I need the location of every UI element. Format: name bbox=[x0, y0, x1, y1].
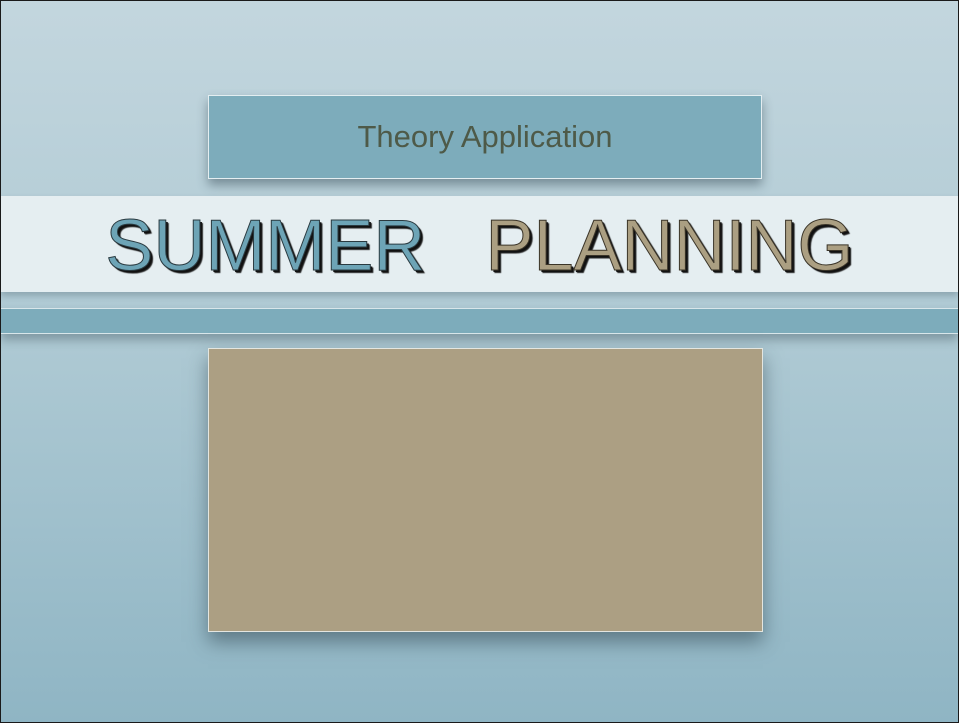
title-band: SUMMER PLANNING bbox=[1, 196, 958, 292]
title-word-summer: SUMMER bbox=[105, 206, 426, 286]
title-word-planning: PLANNING bbox=[485, 206, 854, 286]
slide-subtitle: Theory Application bbox=[357, 119, 613, 154]
accent-band bbox=[1, 308, 958, 334]
slide: Theory Application SUMMER PLANNING bbox=[0, 0, 959, 723]
slide-title: SUMMER PLANNING bbox=[105, 210, 854, 283]
content-placeholder-box bbox=[208, 348, 763, 632]
subtitle-box: Theory Application bbox=[208, 95, 762, 179]
title-space bbox=[445, 206, 465, 286]
